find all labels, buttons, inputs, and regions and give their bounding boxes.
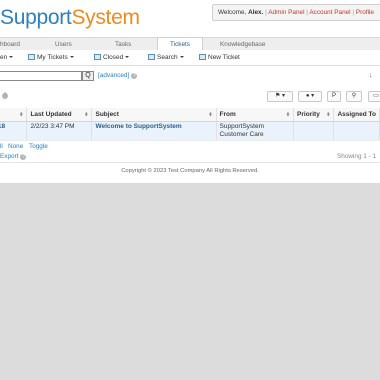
chevron-down-icon	[125, 56, 130, 58]
logo-part-system: System	[71, 6, 140, 29]
chevron-down-icon	[9, 56, 14, 58]
table-row[interactable]: 9118 2/2/23 3:47 PM Welcome to SupportSy…	[0, 121, 380, 141]
search-row: Q [advanced]? ↓	[0, 66, 380, 84]
ticket-mask-link[interactable]: 9118	[0, 121, 28, 141]
col-header-last-updated[interactable]: Last Updated ⬍	[26, 108, 93, 122]
help-icon[interactable]: ?	[20, 154, 27, 160]
search-input[interactable]	[0, 71, 82, 81]
logo-part-support: Support	[0, 6, 72, 29]
col-header-subject[interactable]: Subject ⬍	[91, 108, 217, 122]
col-header-priority[interactable]: Priority ⬍	[293, 108, 335, 122]
site-header: SupportSystem Welcome, Alex. | Admin Pan…	[0, 0, 380, 37]
open-tickets-button[interactable]: en	[0, 50, 14, 66]
tickets-toolbar: en My Tickets Closed Search New Ticket	[0, 50, 380, 66]
flag-filter-button[interactable]: ⚑ ▾	[267, 91, 293, 102]
col-label: Priority	[297, 110, 320, 118]
welcome-text: Welcome,	[218, 9, 249, 16]
col-label: Assigned To	[337, 110, 376, 118]
filter-row: ? ⚑ ▾ ● ▾ P ⚲ ▭	[0, 84, 380, 108]
ticket-from: SupportSystem Customer Care	[216, 121, 295, 141]
sort-icon[interactable]: ↓	[369, 72, 373, 79]
account-panel-link[interactable]: Account Panel	[309, 9, 350, 16]
sort-icon: ⬍	[326, 112, 331, 118]
pagination-status: Showing 1 - 1	[337, 153, 377, 160]
separator: |	[352, 9, 355, 16]
col-label: Last Updated	[30, 110, 72, 118]
col-header-from[interactable]: From ⬍	[216, 108, 295, 122]
site-logo[interactable]: SupportSystem	[0, 6, 140, 30]
new-ticket-icon	[199, 54, 206, 60]
from-line-2: Customer Care	[219, 130, 264, 138]
new-ticket-button[interactable]: New Ticket	[199, 50, 240, 66]
support-system-page: SupportSystem Welcome, Alex. | Admin Pan…	[0, 0, 380, 380]
separator: |	[265, 9, 267, 16]
from-line-1: SupportSystem	[219, 122, 264, 130]
col-header-assigned-to[interactable]: Assigned To	[333, 108, 380, 122]
chevron-down-icon	[179, 56, 184, 58]
ticket-assigned-to	[333, 121, 380, 141]
tickets-table-wrap: t⬍ Last Updated ⬍ Subject ⬍ From ⬍ Priority…	[0, 108, 380, 141]
select-none-link[interactable]: None	[8, 143, 23, 150]
ticket-subject-link[interactable]: Welcome to SupportSystem	[91, 121, 217, 141]
advanced-label: [advanced]	[98, 72, 130, 79]
assignee-filter-button[interactable]: ● ▾	[298, 91, 322, 102]
my-tickets-button[interactable]: My Tickets	[28, 50, 74, 66]
col-label: From	[219, 110, 236, 118]
search-icon	[148, 54, 155, 60]
search-menu-button[interactable]: Search	[148, 50, 184, 66]
col-label: Subject	[95, 110, 119, 118]
chevron-down-icon	[69, 56, 74, 58]
new-ticket-label: New Ticket	[208, 54, 240, 61]
col-header-mask[interactable]: t⬍	[0, 108, 28, 122]
open-label: en	[0, 54, 8, 61]
closed-label: Closed	[103, 54, 124, 61]
ticket-last-updated: 2/2/23 3:47 PM	[26, 121, 93, 141]
chevron-down-icon: ▾	[311, 93, 315, 99]
sort-icon: ⬍	[19, 112, 24, 118]
user-icon: ●	[305, 93, 310, 99]
sort-icon: ⬍	[285, 112, 291, 118]
tickets-icon	[94, 54, 101, 60]
link-filter-button[interactable]: ⚲	[346, 91, 362, 102]
closed-tickets-button[interactable]: Closed	[94, 50, 130, 66]
ticket-priority	[293, 121, 335, 141]
sort-icon: ⬍	[208, 112, 213, 118]
welcome-bar: Welcome, Alex. | Admin Panel | Account P…	[212, 4, 380, 21]
sort-icon: ⬍	[84, 112, 89, 118]
advanced-search-link[interactable]: [advanced]?	[98, 72, 138, 79]
flag-icon: ⚑	[274, 93, 281, 99]
table-header-row: t⬍ Last Updated ⬍ Subject ⬍ From ⬍ Priority…	[0, 108, 380, 122]
user-name: Alex.	[248, 9, 264, 16]
tickets-table: t⬍ Last Updated ⬍ Subject ⬍ From ⬍ Priority…	[0, 108, 380, 141]
search-menu-label: Search	[157, 54, 178, 61]
tab-tickets[interactable]: Tickets	[157, 37, 204, 51]
footer: Copyright © 2023 Test Company All Rights…	[0, 162, 380, 183]
priority-filter-button[interactable]: P	[327, 91, 341, 102]
help-icon[interactable]: ?	[131, 73, 138, 79]
chevron-down-icon: ▾	[282, 93, 286, 99]
copyright-text: Copyright © 2023 Test Company All Rights…	[121, 168, 259, 174]
selection-row: ll None Toggle Export? Showing 1 - 1	[0, 140, 380, 162]
select-toggle-link[interactable]: Toggle	[29, 143, 48, 150]
admin-panel-link[interactable]: Admin Panel	[268, 9, 304, 16]
my-tickets-label: My Tickets	[37, 54, 68, 61]
export-label: Export	[0, 153, 19, 160]
help-icon[interactable]: ?	[2, 93, 8, 99]
separator: |	[306, 9, 308, 16]
select-all-link[interactable]: ll	[0, 143, 3, 150]
export-link[interactable]: Export?	[0, 153, 27, 160]
tickets-icon	[28, 54, 35, 60]
search-button[interactable]: Q	[82, 71, 94, 81]
main-nav: hboard Users Tasks Tickets Knowledgebase	[0, 37, 380, 51]
more-filter-button[interactable]: ▭	[368, 91, 380, 102]
profile-link[interactable]: Profile	[356, 9, 374, 16]
